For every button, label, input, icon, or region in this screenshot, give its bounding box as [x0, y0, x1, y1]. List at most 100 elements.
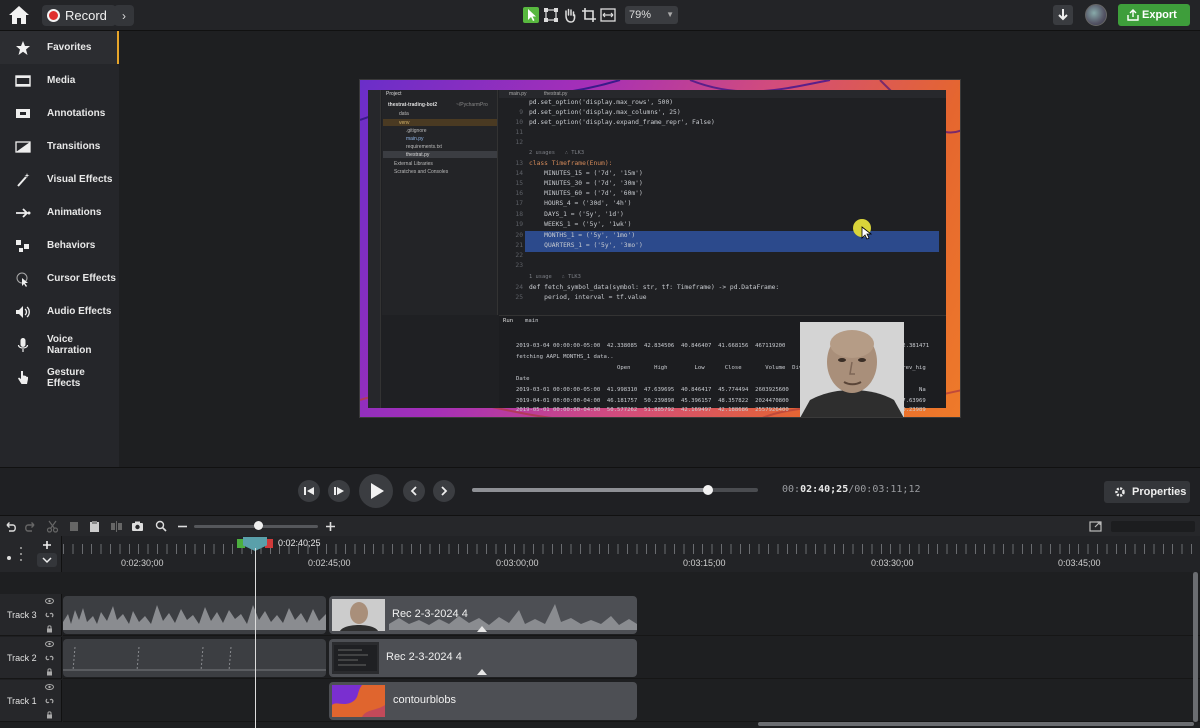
track-header[interactable]: Track 1 — [0, 680, 62, 722]
audio-clip[interactable] — [63, 596, 326, 634]
sidebar-item-audio-effects[interactable]: Audio Effects — [0, 295, 119, 328]
select-arrow-icon[interactable] — [523, 7, 539, 23]
image-clip[interactable]: contourblobs — [329, 682, 637, 720]
split-icon[interactable] — [110, 520, 123, 533]
playhead-time: 0:02:40;25 — [278, 538, 321, 548]
lock-icon[interactable] — [45, 625, 54, 633]
hand-pointer-icon — [18, 370, 28, 384]
sidebar-item-visual-effects[interactable]: Visual Effects — [0, 163, 119, 196]
sidebar-item-favorites[interactable]: Favorites — [0, 31, 119, 64]
avatar[interactable] — [1085, 4, 1107, 26]
code-line: MINUTES_30 = ('7d', '30m') — [529, 180, 643, 187]
timeline-zoom-handle[interactable] — [254, 521, 263, 530]
sidebar-item-animations[interactable]: Animations — [0, 196, 119, 229]
timeline-toolbar — [0, 515, 1200, 536]
chevron-down-icon: ▼ — [666, 10, 674, 19]
paste-icon[interactable] — [88, 520, 101, 533]
track-lane-2[interactable]: Rec 2-3-2024 4 — [63, 637, 1200, 679]
webcam-overlay[interactable] — [800, 322, 904, 417]
zoom-select[interactable]: 79% ▼ — [625, 6, 678, 24]
camera-icon[interactable] — [131, 520, 144, 533]
sidebar-item-label: Visual Effects — [47, 174, 113, 185]
add-track-icon[interactable] — [38, 538, 56, 552]
timeline-search-field[interactable] — [1111, 521, 1195, 532]
edit-points-icon[interactable] — [543, 7, 559, 23]
transition-icon — [15, 140, 31, 153]
record-button[interactable]: Record — [42, 5, 116, 26]
sidebar-item-media[interactable]: Media — [0, 64, 119, 97]
pan-hand-icon[interactable] — [562, 7, 578, 23]
zoom-in-icon[interactable] — [324, 520, 337, 533]
video-preview-frame[interactable]: Project thestrat-trading-bot2 ~/PycharmP… — [359, 79, 961, 418]
clip-label: Rec 2-3-2024 4 — [392, 608, 468, 620]
step-back-button[interactable] — [298, 480, 320, 502]
track-lane-1[interactable]: contourblobs — [63, 680, 1200, 722]
behaviors-icon — [16, 239, 29, 252]
copy-icon[interactable] — [68, 520, 81, 533]
link-icon[interactable] — [45, 654, 54, 662]
clip-label: Rec 2-3-2024 4 — [386, 651, 462, 663]
sidebar-item-transitions[interactable]: Transitions — [0, 130, 119, 163]
magnet-tool-icon[interactable] — [4, 540, 28, 568]
zoom-search-icon[interactable] — [155, 520, 168, 533]
vertical-scrollbar-thumb[interactable] — [1193, 572, 1198, 722]
step-forward-button[interactable] — [328, 480, 350, 502]
audio-clip[interactable] — [63, 639, 326, 677]
sidebar-item-behaviors[interactable]: Behaviors — [0, 229, 119, 262]
track-lane-3[interactable]: Rec 2-3-2024 4 — [63, 594, 1200, 636]
console-line: 2019-03-04 00:00:00-05:00 42.338085 42.8… — [516, 343, 786, 349]
previous-marker-button[interactable] — [403, 480, 425, 502]
console-line: Date — [516, 376, 530, 382]
timeline-ruler[interactable]: 0:02:30;00 0:02:45;00 0:03:00;00 0:03:15… — [0, 536, 1200, 572]
sidebar-item-gesture-effects[interactable]: Gesture Effects — [0, 361, 119, 394]
timeline-tracks: Track 3 Rec 2-3-2024 4 Track 2 Rec 2-3-2… — [0, 572, 1200, 728]
track-header[interactable]: Track 3 — [0, 594, 62, 636]
redo-icon[interactable] — [24, 520, 37, 533]
download-button[interactable] — [1053, 5, 1073, 25]
zoom-out-icon[interactable] — [176, 520, 189, 533]
video-clip[interactable]: Rec 2-3-2024 4 — [329, 639, 637, 677]
scrubber-handle[interactable] — [702, 485, 713, 495]
record-label: Record — [65, 8, 107, 23]
gear-icon — [1115, 487, 1125, 497]
usage-hint: 2 usages ∴ TLK3 — [529, 150, 585, 156]
eye-icon[interactable] — [45, 597, 54, 605]
video-clip[interactable]: Rec 2-3-2024 4 — [329, 596, 637, 634]
console-line: Open High Low Close Volume Div — [516, 365, 803, 371]
lock-icon[interactable] — [45, 711, 54, 719]
sidebar-item-voice-narration[interactable]: Voice Narration — [0, 328, 119, 361]
track-options-button[interactable] — [37, 553, 57, 567]
cut-icon[interactable] — [46, 520, 59, 533]
lock-icon[interactable] — [45, 668, 54, 676]
scrubber[interactable] — [472, 485, 758, 495]
annotation-icon — [16, 108, 30, 118]
record-options-chevron-icon[interactable]: › — [114, 5, 134, 26]
home-icon[interactable] — [8, 5, 30, 25]
properties-button[interactable]: Properties — [1104, 481, 1190, 503]
sidebar-item-cursor-effects[interactable]: Cursor Effects — [0, 262, 119, 295]
code-line: pd.set_option('display.max_columns', 25) — [529, 109, 681, 116]
fade-marker-icon[interactable] — [477, 668, 487, 675]
waveform — [63, 605, 326, 630]
step-forward-icon — [334, 487, 344, 495]
horizontal-scrollbar-thumb[interactable] — [758, 722, 1194, 726]
track-header[interactable]: Track 2 — [0, 637, 62, 679]
next-marker-button[interactable] — [433, 480, 455, 502]
crop-icon[interactable] — [581, 7, 597, 23]
undo-icon[interactable] — [4, 520, 17, 533]
play-button[interactable] — [359, 474, 393, 508]
link-icon[interactable] — [45, 697, 54, 705]
eye-icon[interactable] — [45, 640, 54, 648]
link-icon[interactable] — [45, 611, 54, 619]
fit-canvas-icon[interactable] — [600, 7, 616, 23]
sidebar-item-annotations[interactable]: Annotations — [0, 97, 119, 130]
fade-marker-icon[interactable] — [477, 625, 487, 632]
vertical-scrollbar[interactable] — [1193, 572, 1198, 722]
tree-item: thestrat.py — [406, 152, 430, 158]
export-button[interactable]: Export — [1118, 4, 1190, 26]
record-dot-icon — [47, 9, 60, 22]
project-label: Project — [386, 91, 402, 97]
eye-icon[interactable] — [45, 683, 54, 691]
presenter-face-image — [800, 322, 904, 417]
detach-timeline-icon[interactable] — [1089, 520, 1102, 533]
